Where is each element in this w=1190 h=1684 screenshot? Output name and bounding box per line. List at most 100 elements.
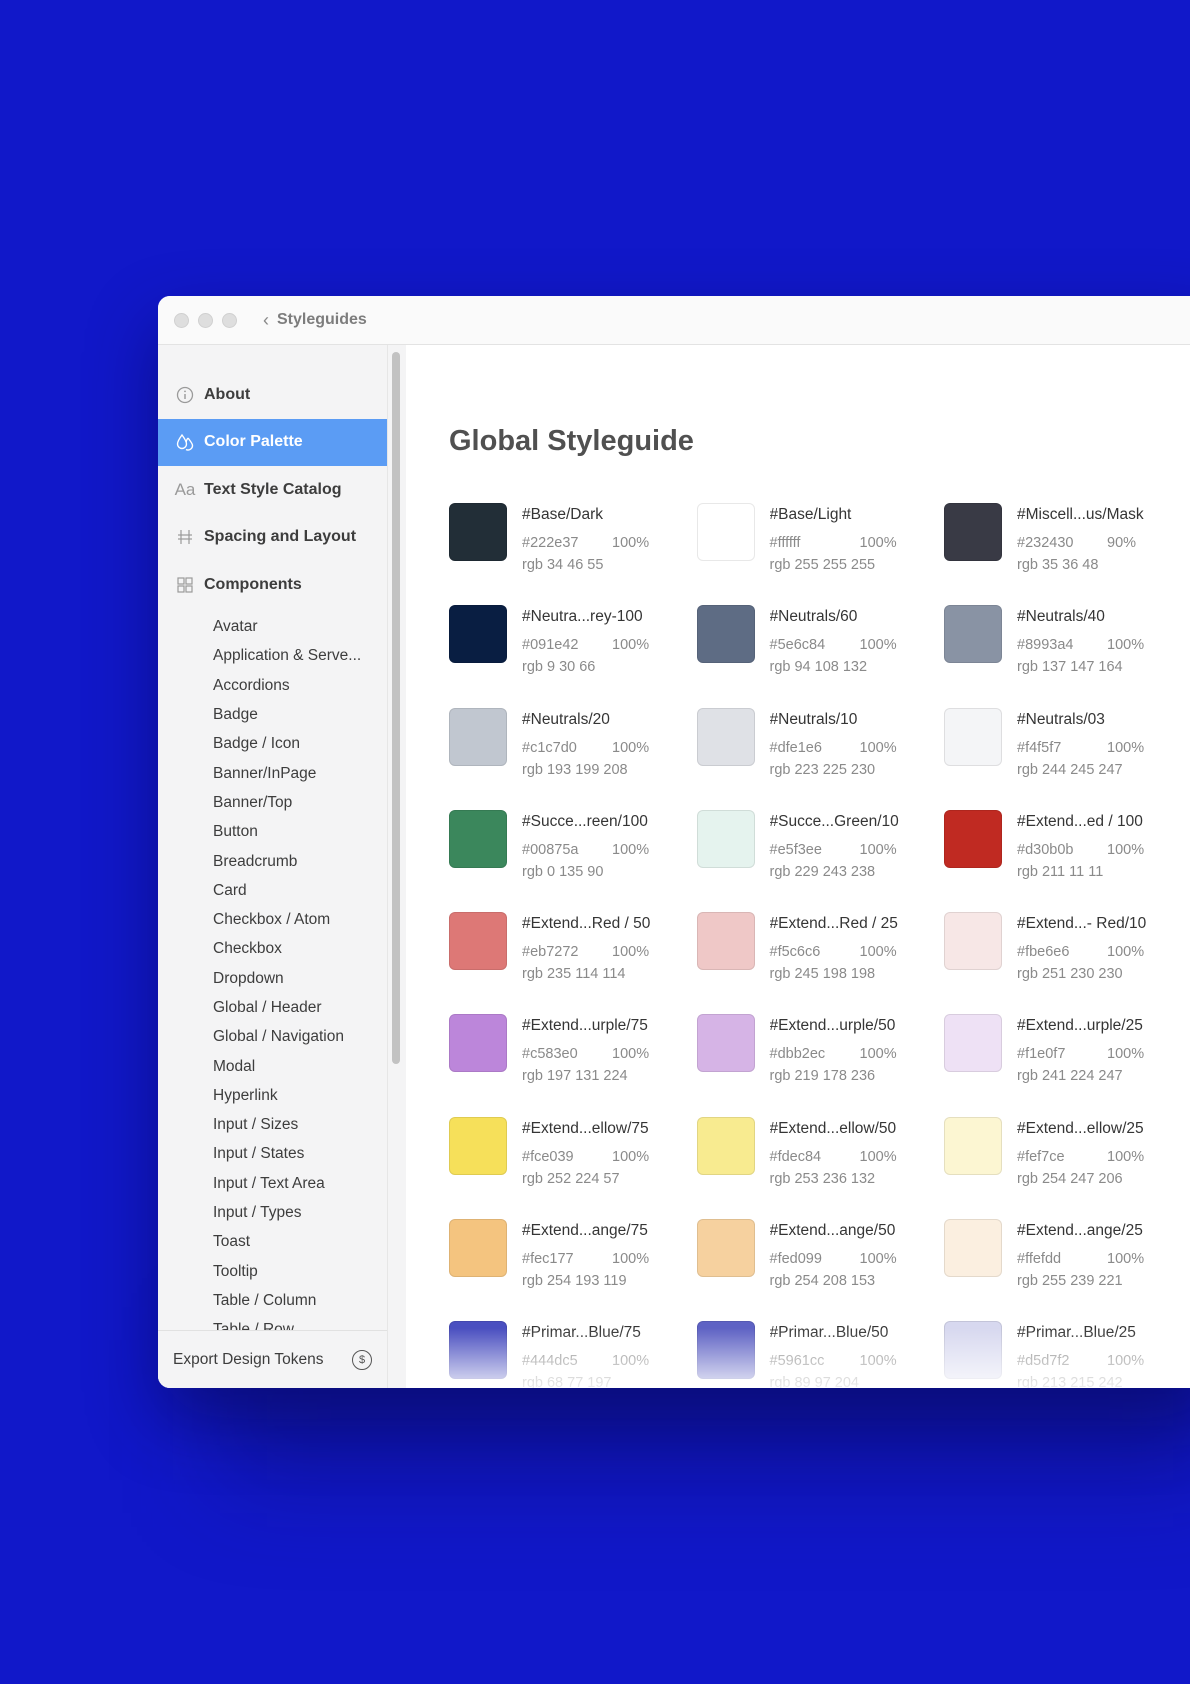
component-item-table-row[interactable]: Table / Row [158,1316,387,1330]
color-swatch[interactable] [944,912,1002,971]
color-swatch[interactable] [696,1116,755,1175]
component-item-banner-inpage[interactable]: Banner/InPage [158,759,387,788]
close-window-button[interactable] [174,312,189,328]
color-card[interactable]: #Neutrals/03 #f4f5f7 100% rgb 244 245 247 [944,707,1190,810]
color-card[interactable]: #Primar...Blue/25 #d5d7f2 100% rgb 213 215 … [944,1321,1190,1388]
sidebar-item-text-style-catalog[interactable]: Aa Text Style Catalog [158,466,387,514]
color-card[interactable]: #Neutrals/40 #8993a4 100% rgb 137 147 164 [944,605,1190,707]
component-item-dropdown[interactable]: Dropdown [158,964,387,993]
color-card[interactable]: #Extend...- Red/10 #fbe6e6 100% rgb 251 230… [944,912,1190,1014]
color-swatch[interactable] [449,503,507,561]
color-card[interactable]: #Neutra...rey-100 #091e42 100% rgb 9 30 66 [449,605,697,707]
color-swatch[interactable] [696,503,755,561]
color-swatch[interactable] [449,809,507,868]
color-swatch[interactable] [944,1116,1002,1175]
color-card[interactable]: #Extend...ed / 100 #d30b0b 100% rgb 211 11 … [944,809,1190,912]
color-swatch[interactable] [696,912,755,971]
component-item-global-navigation[interactable]: Global / Navigation [158,1023,387,1052]
minimize-window-button[interactable] [198,312,213,328]
color-card[interactable]: #Extend...ellow/25 #fef7ce 100% rgb 254 247… [944,1116,1190,1219]
component-item-button[interactable]: Button [158,818,387,847]
component-item-card[interactable]: Card [158,876,387,905]
color-swatch[interactable] [449,1014,507,1073]
color-card[interactable]: #Extend...Red / 50 #eb7272 100% rgb 235 114… [449,912,697,1014]
back-button[interactable]: ‹ Styleguides [263,311,367,329]
color-swatch[interactable] [449,605,507,664]
component-item-hyperlink[interactable]: Hyperlink [158,1081,387,1110]
sidebar-item-about[interactable]: About [158,371,387,419]
color-card[interactable]: #Extend...ange/50 #fed099 100% rgb 254 208 … [696,1219,945,1321]
component-item-checkbox-atom[interactable]: Checkbox / Atom [158,905,387,934]
color-name: #Neutrals/20 [522,710,610,728]
component-item-global-header[interactable]: Global / Header [158,993,387,1022]
sidebar-item-spacing-and-layout[interactable]: Spacing and Layout [158,514,387,562]
color-card[interactable]: #Extend...ange/25 #ffefdd 100% rgb 255 239 … [944,1219,1190,1321]
color-opacity: 100% [612,637,650,654]
color-swatch[interactable] [449,1116,507,1175]
color-card[interactable]: #Extend...urple/75 #c583e0 100% rgb 197 131… [449,1014,697,1116]
component-item-input-sizes[interactable]: Input / Sizes [158,1111,387,1140]
component-item-input-text-area[interactable]: Input / Text Area [158,1169,387,1198]
component-item-accordions[interactable]: Accordions [158,671,387,700]
component-item-toast[interactable]: Toast [158,1228,387,1257]
component-item-application-serve[interactable]: Application & Serve... [158,642,387,671]
color-meta: #Succe...Green/10 #e5f3ee 100% rgb 229 243 … [770,810,935,912]
color-card[interactable]: #Primar...Blue/75 #444dc5 100% rgb 68 77 19… [449,1321,697,1388]
export-design-tokens-button[interactable]: Export Design Tokens [173,1351,324,1369]
component-item-tooltip[interactable]: Tooltip [158,1257,387,1286]
component-item-banner-top[interactable]: Banner/Top [158,788,387,817]
color-swatch[interactable] [696,1014,755,1073]
color-swatch[interactable] [449,707,507,766]
color-card[interactable]: #Base/Light #ffffff 100% rgb 255 255 255 [696,503,945,605]
color-card[interactable]: #Miscell...us/Mask #232430 90% rgb 35 36 48 [944,503,1190,605]
color-card[interactable]: #Extend...urple/50 #dbb2ec 100% rgb 219 178… [696,1014,945,1116]
color-card[interactable]: #Extend...ellow/50 #fdec84 100% rgb 253 236… [696,1116,945,1219]
color-name: #Extend...ange/50 [769,1222,896,1240]
color-card[interactable]: #Neutrals/60 #5e6c84 100% rgb 94 108 132 [696,605,945,707]
color-hex: #5e6c84 [769,637,826,654]
color-swatch[interactable] [696,707,755,766]
zoom-window-button[interactable] [222,312,237,328]
color-swatch[interactable] [696,809,755,868]
color-swatch[interactable] [696,1321,755,1380]
color-opacity: 100% [859,1046,897,1063]
color-swatch[interactable] [696,1219,755,1278]
color-swatch[interactable] [449,1321,507,1380]
color-card[interactable]: #Extend...ellow/75 #fce039 100% rgb 252 224… [449,1116,697,1219]
component-item-avatar[interactable]: Avatar [158,613,387,642]
component-item-table-column[interactable]: Table / Column [158,1286,387,1315]
color-card[interactable]: #Primar...Blue/50 #5961cc 100% rgb 89 97 20… [696,1321,945,1388]
component-item-badge-icon[interactable]: Badge / Icon [158,730,387,759]
color-hex: #8993a4 [1017,637,1074,654]
color-swatch[interactable] [696,605,755,664]
color-card[interactable]: #Extend...Red / 25 #f5c6c6 100% rgb 245 198… [696,912,945,1014]
component-item-checkbox[interactable]: Checkbox [158,935,387,964]
color-swatch[interactable] [449,912,507,971]
component-item-breadcrumb[interactable]: Breadcrumb [158,847,387,876]
color-card[interactable]: #Base/Dark #222e37 100% rgb 34 46 55 [449,503,697,605]
color-card[interactable]: #Succe...Green/10 #e5f3ee 100% rgb 229 243 … [696,809,945,912]
color-swatch[interactable] [944,707,1002,766]
component-item-modal[interactable]: Modal [158,1052,387,1081]
color-card[interactable]: #Extend...ange/75 #fec177 100% rgb 254 193 … [449,1219,697,1321]
component-item-badge[interactable]: Badge [158,700,387,729]
color-card[interactable]: #Succe...reen/100 #00875a 100% rgb 0 135 90 [449,809,697,912]
color-name: #Extend...- Red/10 [1017,915,1147,933]
color-card[interactable]: #Neutrals/10 #dfe1e6 100% rgb 223 225 230 [696,707,945,810]
color-swatch[interactable] [944,809,1002,868]
color-swatch[interactable] [944,1014,1002,1073]
sidebar-item-color-palette[interactable]: Color Palette [158,418,387,466]
color-swatch[interactable] [944,503,1002,561]
color-card[interactable]: #Neutrals/20 #c1c7d0 100% rgb 193 199 208 [449,707,697,810]
color-swatch[interactable] [944,605,1002,664]
color-swatch[interactable] [944,1219,1002,1278]
color-card[interactable]: #Extend...urple/25 #f1e0f7 100% rgb 241 224… [944,1014,1190,1116]
component-item-input-types[interactable]: Input / Types [158,1198,387,1227]
component-item-input-states[interactable]: Input / States [158,1140,387,1169]
color-swatch[interactable] [944,1321,1002,1380]
sidebar-scrollbar-thumb[interactable] [392,352,400,1064]
color-opacity: 100% [859,1251,897,1268]
sidebar-item-components[interactable]: Components [158,561,387,609]
export-badge-icon[interactable]: $ [352,1349,372,1370]
color-swatch[interactable] [449,1219,507,1278]
